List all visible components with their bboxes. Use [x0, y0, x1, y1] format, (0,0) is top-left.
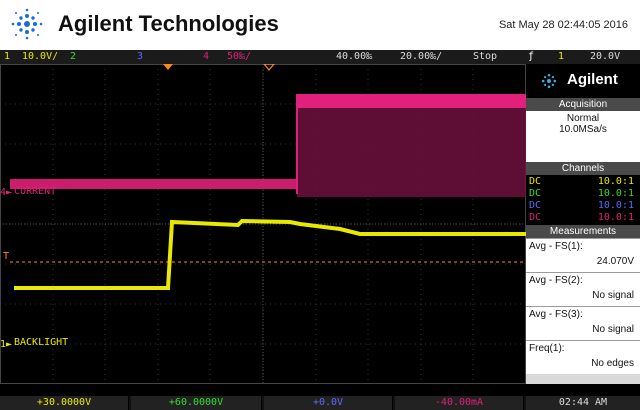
- ch4-number[interactable]: 4: [203, 50, 209, 64]
- ch3-offset-softkey[interactable]: +0.0V: [264, 396, 393, 410]
- measurements-title: Measurements: [526, 225, 640, 238]
- timebase-value[interactable]: 20.00‰/: [400, 50, 442, 64]
- info-sidebar: Agilent Acquisition Normal 10.0MSa/s Cha…: [526, 64, 640, 384]
- measurement-value: No signal: [592, 290, 634, 301]
- trigger-position-marker-icon: [163, 64, 173, 70]
- channel-row[interactable]: DC 10.0:1: [526, 200, 640, 212]
- datetime: Sat May 28 02:44:05 2016: [498, 19, 628, 31]
- ch2-number[interactable]: 2: [70, 50, 76, 64]
- brand-title: Agilent Technologies: [58, 11, 279, 36]
- acquisition-rate: 10.0MSa/s: [559, 124, 607, 135]
- channel-probe-ratio: 10.0:1: [597, 212, 634, 223]
- channel-row[interactable]: DC 10.0:1: [526, 176, 640, 188]
- measurement-value: No edges: [591, 358, 634, 369]
- delay-value[interactable]: 40.00‰: [336, 50, 372, 64]
- channels-panel[interactable]: DC 10.0:1 DC 10.0:1 DC 10.0:1 DC 10.0:1: [526, 175, 640, 225]
- channel-status-bar: 1 10.0V/ 2 3 4 50‰/ 40.00‰ 20.00‰/ Stop …: [0, 50, 640, 64]
- measurement-name: Avg - FS(3):: [529, 309, 583, 320]
- acquisition-title: Acquisition: [526, 98, 640, 111]
- ch4-noise-envelope: [297, 104, 526, 197]
- ch1-marker-number: 1: [0, 339, 7, 350]
- ch4-label: CURRENT: [14, 186, 57, 197]
- ch4-marker-number: 4: [0, 187, 7, 198]
- ch1-ground-marker[interactable]: 1►: [0, 339, 12, 350]
- sidebar-logo: Agilent: [526, 64, 640, 98]
- measurement-item[interactable]: Avg - FS(1): 24.070V: [526, 238, 640, 272]
- ch1-label: BACKLIGHT: [14, 337, 69, 348]
- trigger-level-marker[interactable]: T: [3, 251, 9, 262]
- channel-row[interactable]: DC 10.0:1: [526, 212, 640, 224]
- agilent-spark-small-icon: [541, 73, 557, 89]
- measurement-item[interactable]: Freq(1): No edges: [526, 340, 640, 374]
- ch1-offset-softkey[interactable]: +30.0000V: [0, 396, 129, 410]
- run-state[interactable]: Stop: [473, 50, 497, 64]
- channel-row[interactable]: DC 10.0:1: [526, 188, 640, 200]
- ch4-ground-marker[interactable]: 4►: [0, 187, 12, 198]
- ch4-offset-softkey[interactable]: -40.00mA: [395, 396, 524, 410]
- acquisition-panel[interactable]: Normal 10.0MSa/s: [526, 111, 640, 162]
- measurements-panel[interactable]: Avg - FS(1): 24.070V Avg - FS(2): No signal…: [526, 238, 640, 374]
- measurement-value: No signal: [592, 324, 634, 335]
- waveform-svg: [0, 64, 526, 384]
- ch3-number[interactable]: 3: [137, 50, 143, 64]
- ch1-number[interactable]: 1: [4, 50, 10, 64]
- channel-probe-ratio: 10.0:1: [597, 176, 634, 187]
- agilent-spark-logo-icon: [11, 8, 43, 40]
- trigger-level[interactable]: 20.0V: [590, 50, 620, 64]
- channel-coupling: DC: [529, 200, 542, 211]
- measurement-item[interactable]: Avg - FS(2): No signal: [526, 272, 640, 306]
- measurement-name: Avg - FS(2):: [529, 275, 583, 286]
- ch1-scale[interactable]: 10.0V/: [22, 50, 58, 64]
- measurement-name: Freq(1):: [529, 343, 565, 354]
- acquisition-mode: Normal: [566, 113, 600, 124]
- channel-coupling: DC: [529, 212, 542, 223]
- measurement-name: Avg - FS(1):: [529, 241, 583, 252]
- trigger-edge-icon: ƒ: [528, 51, 535, 62]
- softkey-bar: +30.0000V +60.0000V +0.0V -40.00mA 02:44…: [0, 396, 640, 410]
- clock: 02:44 AM: [526, 396, 640, 410]
- measurement-item[interactable]: Avg - FS(3): No signal: [526, 306, 640, 340]
- measurement-value: 24.070V: [596, 256, 634, 267]
- sidebar-brand: Agilent: [567, 71, 618, 88]
- channel-coupling: DC: [529, 176, 542, 187]
- channels-title: Channels: [526, 162, 640, 175]
- ch1-trace: [14, 218, 526, 290]
- ch4-trace-high: [297, 94, 526, 108]
- ch2-offset-softkey[interactable]: +60.0000V: [131, 396, 262, 410]
- channel-coupling: DC: [529, 188, 542, 199]
- trigger-channel[interactable]: 1: [558, 50, 564, 64]
- channel-probe-ratio: 10.0:1: [597, 200, 634, 211]
- header-bar: Agilent Technologies Sat May 28 02:44:05…: [0, 0, 640, 50]
- channel-probe-ratio: 10.0:1: [597, 188, 634, 199]
- waveform-display[interactable]: 4► CURRENT 1► BACKLIGHT T: [0, 64, 526, 384]
- ch4-scale[interactable]: 50‰/: [227, 50, 251, 64]
